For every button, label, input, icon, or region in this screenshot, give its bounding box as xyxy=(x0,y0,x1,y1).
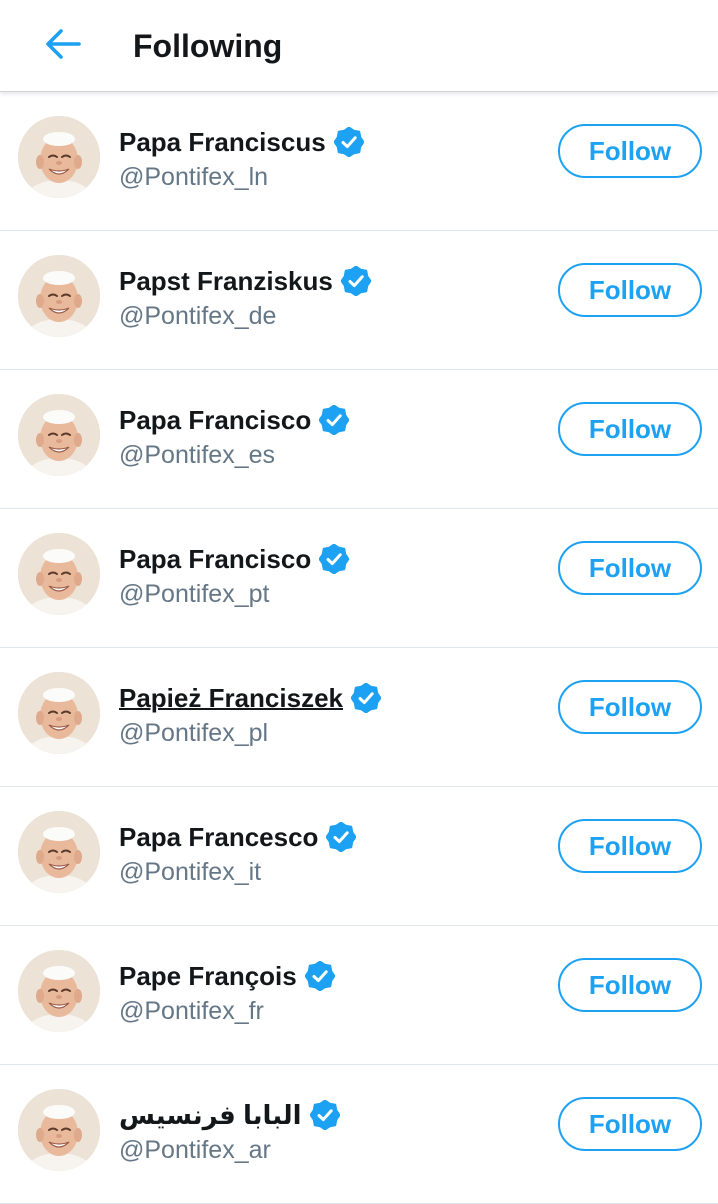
avatar[interactable] xyxy=(18,672,100,754)
follow-button[interactable]: Follow xyxy=(558,958,702,1012)
follow-button[interactable]: Follow xyxy=(558,819,702,873)
display-name[interactable]: Papa Francisco xyxy=(119,404,311,436)
follow-button[interactable]: Follow xyxy=(558,402,702,456)
account-handle: @Pontifex_ln xyxy=(119,163,269,191)
top-bar: Following xyxy=(0,0,718,92)
verified-badge-icon xyxy=(304,960,336,992)
arrow-left-icon xyxy=(43,28,83,65)
display-name[interactable]: Papa Francesco xyxy=(119,821,318,853)
account-row[interactable]: Papa Francisco @Pontifex_es Follow xyxy=(0,370,718,509)
back-button[interactable] xyxy=(38,24,88,68)
account-row[interactable]: Papst Franziskus @Pontifex_de Follow xyxy=(0,231,718,370)
account-row[interactable]: Pape François @Pontifex_fr Follow xyxy=(0,926,718,1065)
name-line: Papa Francesco xyxy=(119,819,357,855)
follow-button[interactable]: Follow xyxy=(558,541,702,595)
name-line: Papa Francisco xyxy=(119,402,350,438)
verified-badge-icon xyxy=(318,543,350,575)
account-row[interactable]: البابا فرنسيس @Pontifex_ar Follow xyxy=(0,1065,718,1204)
follow-button[interactable]: Follow xyxy=(558,263,702,317)
account-handle: @Pontifex_fr xyxy=(119,997,264,1025)
avatar[interactable] xyxy=(18,116,100,198)
verified-badge-icon xyxy=(309,1099,341,1131)
display-name[interactable]: البابا فرنسيس xyxy=(119,1099,302,1131)
follow-button[interactable]: Follow xyxy=(558,124,702,178)
display-name[interactable]: Papa Francisco xyxy=(119,543,311,575)
avatar[interactable] xyxy=(18,533,100,615)
follow-button[interactable]: Follow xyxy=(558,680,702,734)
account-row[interactable]: Papa Francisco @Pontifex_pt Follow xyxy=(0,509,718,648)
account-handle: @Pontifex_pt xyxy=(119,580,270,608)
account-handle: @Pontifex_de xyxy=(119,302,277,330)
display-name[interactable]: Papst Franziskus xyxy=(119,265,333,297)
account-row[interactable]: Papież Franciszek @Pontifex_pl Follow xyxy=(0,648,718,787)
follow-button[interactable]: Follow xyxy=(558,1097,702,1151)
account-row[interactable]: Papa Francesco @Pontifex_it Follow xyxy=(0,787,718,926)
account-handle: @Pontifex_pl xyxy=(119,719,269,747)
verified-badge-icon xyxy=(333,126,365,158)
avatar[interactable] xyxy=(18,950,100,1032)
avatar[interactable] xyxy=(18,394,100,476)
avatar[interactable] xyxy=(18,255,100,337)
name-line: Papa Francisco xyxy=(119,541,350,577)
account-handle: @Pontifex_ar xyxy=(119,1136,271,1164)
account-handle: @Pontifex_es xyxy=(119,441,276,469)
name-line: Pape François xyxy=(119,958,336,994)
name-line: Papa Franciscus xyxy=(119,124,365,160)
display-name[interactable]: Pape François xyxy=(119,960,297,992)
name-line: البابا فرنسيس xyxy=(119,1097,341,1133)
display-name[interactable]: Papież Franciszek xyxy=(119,682,343,714)
verified-badge-icon xyxy=(325,821,357,853)
account-handle: @Pontifex_it xyxy=(119,858,262,886)
avatar[interactable] xyxy=(18,811,100,893)
verified-badge-icon xyxy=(340,265,372,297)
account-row[interactable]: Papa Franciscus @Pontifex_ln Follow xyxy=(0,92,718,231)
verified-badge-icon xyxy=(350,682,382,714)
page-title: Following xyxy=(133,28,283,64)
verified-badge-icon xyxy=(318,404,350,436)
name-line: Papst Franziskus xyxy=(119,263,372,299)
following-list: Papa Franciscus @Pontifex_ln Follow Paps… xyxy=(0,92,718,1204)
name-line: Papież Franciszek xyxy=(119,680,382,716)
avatar[interactable] xyxy=(18,1089,100,1171)
display-name[interactable]: Papa Franciscus xyxy=(119,126,326,158)
